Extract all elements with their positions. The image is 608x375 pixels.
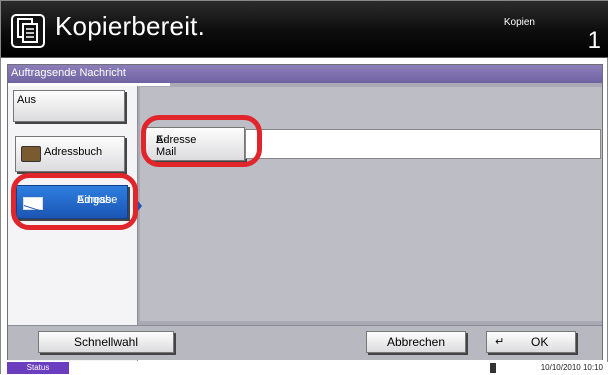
copies-label: Kopien [503, 17, 535, 28]
copies-count: 1 [587, 27, 601, 54]
book-icon [21, 146, 41, 162]
selected-indicator-arrow [138, 201, 142, 211]
panel-tab-bar: Auftragsende Nachricht [8, 65, 602, 83]
highlight-email-button [141, 115, 262, 167]
memory-icon [490, 363, 496, 373]
cancel-button[interactable]: Abbrechen [366, 331, 466, 353]
email-address-field[interactable] [245, 129, 601, 159]
status-datetime: 10/10/2010 10:10 [540, 363, 603, 372]
addressbook-label: Adressbuch [44, 146, 103, 158]
quick-setup-label: Schnellwahl [73, 335, 139, 349]
copy-document-icon [11, 14, 45, 48]
off-button[interactable]: Aus [13, 90, 125, 122]
status-button[interactable]: Status [7, 362, 69, 374]
enter-return-icon: ↵ [495, 336, 505, 348]
off-label: Aus [17, 94, 36, 106]
highlight-address-entry-button [11, 173, 138, 230]
device-screen: Kopierbereit. Kopien 1 Auftragsende Nach… [0, 0, 608, 375]
bottom-action-bar: Schnellwahl Abbrechen ↵ OK [8, 325, 602, 360]
page-title: Kopierbereit. [55, 11, 206, 41]
tab-job-end-notice: Auftragsende Nachricht [11, 67, 126, 79]
ok-label: OK [531, 335, 549, 349]
status-bar: Status 10/10/2010 10:10 [1, 362, 608, 375]
ok-button[interactable]: ↵ OK [486, 331, 576, 353]
cancel-label: Abbrechen [386, 335, 446, 349]
quick-setup-button[interactable]: Schnellwahl [38, 331, 174, 353]
header-bar: Kopierbereit. Kopien 1 [1, 1, 608, 58]
addressbook-button[interactable]: Adressbuch [15, 136, 125, 172]
